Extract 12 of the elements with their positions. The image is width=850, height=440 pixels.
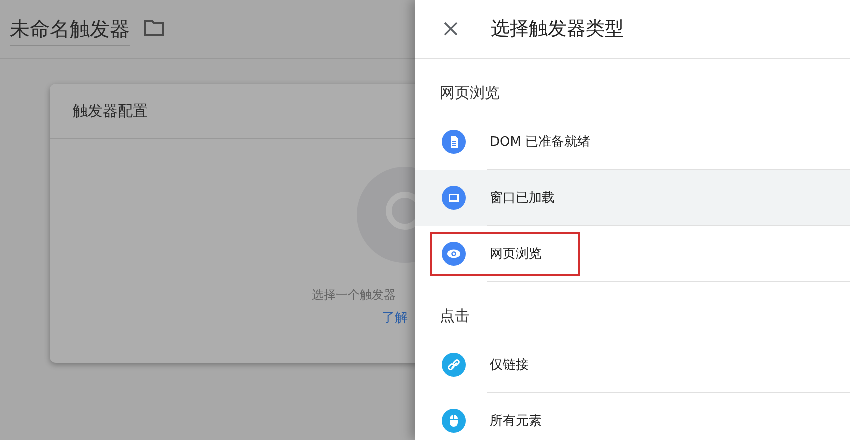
section-heading: 点击 xyxy=(439,306,471,327)
trigger-type-item[interactable]: 网页浏览 xyxy=(415,226,850,282)
trigger-type-item[interactable]: DOM 已准备就绪 xyxy=(415,114,850,170)
folder-icon[interactable] xyxy=(144,20,164,36)
trigger-type-item[interactable]: 窗口已加载 xyxy=(415,170,850,226)
hint-text: 选择一个触发器 xyxy=(312,287,396,304)
panel-title: 选择触发器类型 xyxy=(491,17,624,42)
section-heading: 网页浏览 xyxy=(439,83,501,104)
card-title: 触发器配置 xyxy=(50,84,148,139)
trigger-name-field[interactable]: 未命名触发器 xyxy=(10,16,130,46)
highlight-frame: 网页浏览 xyxy=(430,232,580,276)
trigger-type-item[interactable]: 仅链接 xyxy=(415,337,850,393)
